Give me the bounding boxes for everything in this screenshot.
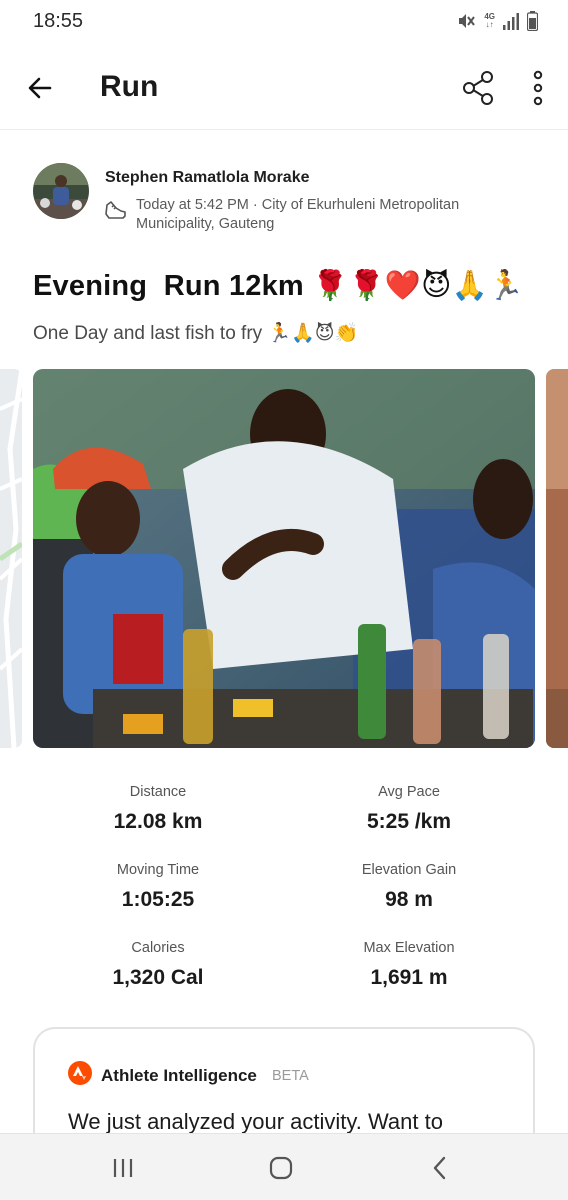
avatar-image — [33, 163, 89, 219]
beta-badge: BETA — [272, 1068, 309, 1084]
activity-meta: Today at 5:42 PM · City of Ekurhuleni Me… — [136, 197, 460, 232]
data-arrows: ↓↑ — [485, 20, 494, 29]
share-icon — [463, 71, 493, 105]
signal-icon — [503, 13, 519, 30]
battery-icon — [527, 11, 538, 31]
recent-apps-button[interactable] — [108, 1153, 138, 1183]
app-bar: Run — [0, 50, 568, 130]
back-button[interactable] — [22, 70, 58, 106]
back-arrow-icon — [28, 77, 52, 99]
stat-label-elevation-gain: Elevation Gain — [361, 862, 457, 878]
stat-value-elevation-gain: 98 m — [385, 888, 433, 911]
stat-label-calories: Calories — [131, 940, 185, 956]
page-title: Run — [100, 70, 159, 103]
recent-apps-icon — [113, 1159, 133, 1177]
status-icons: 4G ↓↑ — [456, 10, 538, 32]
home-icon — [269, 1156, 293, 1180]
system-nav-bar — [0, 1133, 568, 1200]
stat-value-distance: 12.08 km — [113, 810, 203, 833]
run-shoe-icon — [105, 201, 126, 219]
stat-label-avg-pace: Avg Pace — [378, 784, 440, 800]
stat-value-avg-pace: 5:25 /km — [366, 810, 452, 833]
status-bar: 18:55 4G ↓↑ — [0, 0, 568, 44]
stat-value-max-elevation: 1,691 m — [370, 966, 448, 989]
stat-value-moving-time: 1:05:25 — [121, 888, 195, 911]
media-carousel[interactable] — [0, 369, 568, 749]
activity-title: Evening Run 12km 🌹🌹❤️😈🙏🏃 — [33, 270, 525, 302]
more-options-button[interactable] — [524, 69, 552, 107]
avatar[interactable] — [33, 163, 89, 219]
stat-label-distance: Distance — [129, 784, 187, 800]
activity-photo[interactable] — [33, 369, 535, 748]
next-photo-thumbnail[interactable] — [546, 369, 568, 748]
system-back-button[interactable] — [425, 1153, 455, 1183]
stat-value-calories: 1,320 Cal — [112, 966, 204, 989]
more-vertical-icon — [533, 70, 543, 106]
activity-description: One Day and last fish to fry 🏃🙏😈👏 — [33, 323, 359, 344]
stat-label-max-elevation: Max Elevation — [363, 940, 455, 956]
share-button[interactable] — [460, 69, 498, 107]
4g-data-icon: 4G ↓↑ — [484, 13, 495, 29]
ai-card-title: Athlete Intelligence — [101, 1066, 257, 1085]
route-map-thumbnail[interactable] — [0, 369, 22, 748]
strava-logo-icon — [68, 1061, 92, 1085]
status-time: 18:55 — [33, 10, 84, 32]
back-icon — [433, 1156, 446, 1180]
stat-label-moving-time: Moving Time — [116, 862, 200, 878]
mute-icon — [459, 14, 476, 28]
home-button[interactable] — [266, 1153, 296, 1183]
athlete-name[interactable]: Stephen Ramatlola Morake — [105, 169, 310, 187]
